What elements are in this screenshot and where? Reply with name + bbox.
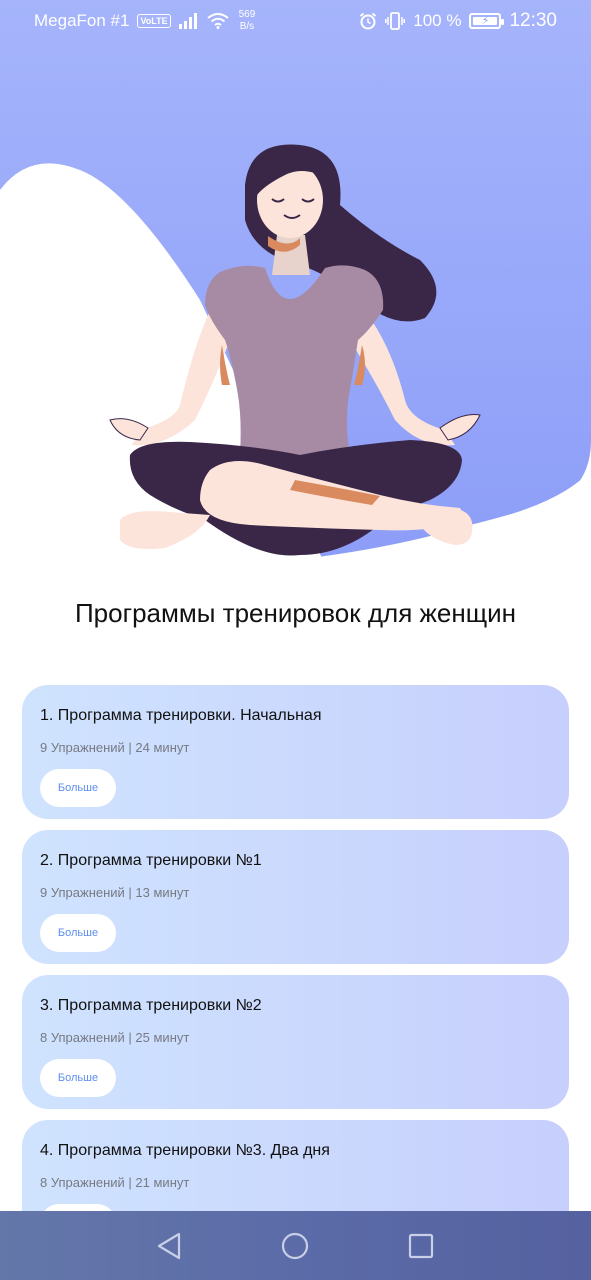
program-title: 2. Программа тренировки №1 bbox=[40, 852, 262, 869]
program-meta: 9 Упражнений | 13 минут bbox=[40, 885, 190, 900]
alarm-icon bbox=[360, 12, 377, 30]
more-button[interactable]: Больше bbox=[40, 914, 116, 952]
clock: 12:30 bbox=[509, 10, 557, 31]
status-left: MegaFon #1 VoLTE 569 B/s bbox=[34, 9, 255, 33]
back-icon bbox=[157, 1232, 181, 1260]
program-card-3[interactable]: 3. Программа тренировки №2 8 Упражнений … bbox=[22, 975, 569, 1109]
program-meta: 8 Упражнений | 21 минут bbox=[40, 1175, 190, 1190]
speed-unit: B/s bbox=[239, 21, 255, 32]
battery-percent: 100 % bbox=[413, 11, 462, 30]
wifi-icon bbox=[207, 13, 229, 29]
status-right: 100 % ⚡ 12:30 bbox=[359, 10, 557, 32]
program-card-2[interactable]: 2. Программа тренировки №1 9 Упражнений … bbox=[22, 830, 569, 964]
program-title: 1. Программа тренировки. Начальная bbox=[40, 707, 322, 724]
program-meta: 8 Упражнений | 25 минут bbox=[40, 1030, 190, 1045]
status-bar: MegaFon #1 VoLTE 569 B/s 100 % ⚡ 12:30 bbox=[0, 0, 591, 42]
recents-button[interactable] bbox=[404, 1229, 438, 1263]
vibrate-icon bbox=[385, 12, 406, 30]
hero-banner bbox=[0, 0, 591, 575]
recents-icon bbox=[408, 1233, 434, 1259]
page-title: Программы тренировок для женщин bbox=[74, 598, 516, 628]
meditation-illustration bbox=[0, 0, 591, 575]
program-meta: 9 Упражнений | 24 минут bbox=[40, 740, 190, 755]
home-icon bbox=[281, 1232, 309, 1260]
program-card-1[interactable]: 1. Программа тренировки. Начальная 9 Упр… bbox=[22, 685, 569, 819]
more-button[interactable]: Больше bbox=[40, 769, 116, 807]
back-button[interactable] bbox=[152, 1229, 186, 1263]
home-button[interactable] bbox=[278, 1229, 312, 1263]
more-button[interactable]: Больше bbox=[40, 1059, 116, 1097]
battery-charging-icon: ⚡ bbox=[469, 13, 505, 29]
volte-badge: VoLTE bbox=[137, 14, 171, 28]
carrier-name: MegaFon #1 bbox=[34, 11, 130, 30]
signal-icon bbox=[178, 13, 197, 29]
system-nav-bar bbox=[0, 1211, 591, 1280]
network-speed: 569 B/s bbox=[239, 9, 256, 33]
program-title: 3. Программа тренировки №2 bbox=[40, 997, 262, 1014]
program-title: 4. Программа тренировки №3. Два дня bbox=[40, 1142, 330, 1159]
speed-value: 569 bbox=[238, 9, 256, 20]
